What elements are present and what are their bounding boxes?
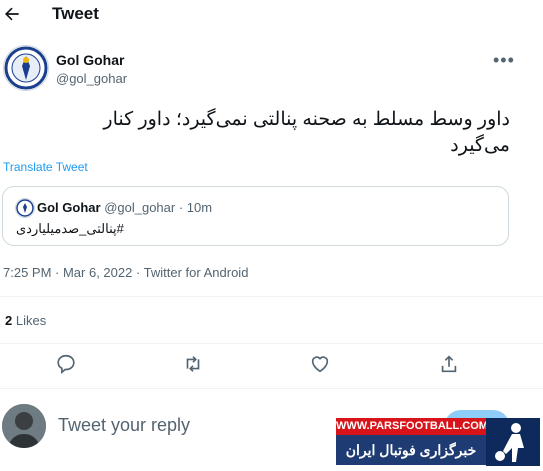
reply-icon[interactable] bbox=[55, 353, 77, 375]
watermark-site: WWW.PARSFOOTBALL.COM bbox=[336, 418, 488, 435]
parsfootball-watermark: WWW.PARSFOOTBALL.COM خبرگزاری فوتبال ایر… bbox=[336, 418, 541, 468]
author-handle[interactable]: @gol_gohar bbox=[56, 71, 127, 86]
quoted-text: #پنالتی_صدمیلیاردی bbox=[16, 221, 124, 236]
quoted-author-name: Gol Gohar bbox=[37, 200, 101, 215]
like-icon[interactable] bbox=[309, 353, 331, 375]
quoted-tweet[interactable]: Gol Gohar @gol_gohar · 10m #پنالتی_صدمیل… bbox=[2, 186, 509, 246]
watermark-tagline: خبرگزاری فوتبال ایران bbox=[336, 435, 486, 465]
tweet-text-line2: می‌گیرد bbox=[450, 135, 510, 156]
player-figure-icon bbox=[486, 418, 540, 466]
author-name[interactable]: Gol Gohar bbox=[56, 52, 124, 68]
tweet-text: داور وسط مسلط به صحنه پنالتی نمی‌گیرد؛ د… bbox=[30, 107, 510, 159]
tweet-meta: 7:25 PM · Mar 6, 2022 · Twitter for Andr… bbox=[3, 265, 249, 280]
retweet-icon[interactable] bbox=[182, 353, 204, 375]
likes-count[interactable]: 2 Likes bbox=[5, 313, 46, 328]
club-logo-icon bbox=[16, 199, 34, 217]
more-icon[interactable]: ••• bbox=[493, 51, 515, 69]
quoted-author-handle: @gol_gohar · 10m bbox=[104, 200, 213, 215]
divider bbox=[0, 296, 543, 297]
quoted-header: Gol Gohar @gol_gohar · 10m bbox=[37, 200, 212, 215]
share-icon[interactable] bbox=[438, 353, 460, 375]
tweet-text-line1: داور وسط مسلط به صحنه پنالتی نمی‌گیرد؛ د… bbox=[103, 109, 510, 130]
user-avatar[interactable] bbox=[2, 404, 46, 448]
translate-link[interactable]: Translate Tweet bbox=[3, 160, 88, 174]
divider bbox=[0, 388, 543, 389]
quoted-avatar bbox=[15, 198, 35, 218]
page-title: Tweet bbox=[52, 4, 99, 23]
likes-number: 2 bbox=[5, 313, 13, 328]
back-arrow-icon[interactable] bbox=[2, 4, 22, 24]
divider bbox=[0, 343, 543, 344]
author-avatar[interactable] bbox=[3, 45, 49, 91]
user-photo-icon bbox=[2, 404, 46, 448]
header: Tweet bbox=[0, 0, 543, 30]
club-logo-icon bbox=[4, 46, 48, 90]
reply-input[interactable]: Tweet your reply bbox=[58, 415, 190, 436]
likes-label: Likes bbox=[15, 313, 47, 328]
